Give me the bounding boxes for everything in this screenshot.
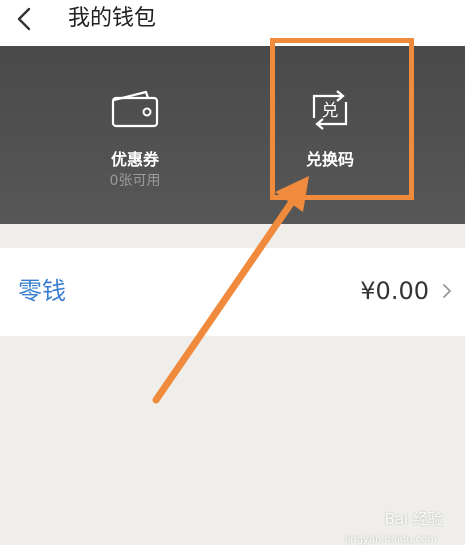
watermark: Bai 经验 xyxy=(384,510,443,528)
wallet-icon xyxy=(111,90,159,128)
chevron-left-icon[interactable] xyxy=(12,6,38,32)
page-title: 我的钱包 xyxy=(68,6,157,31)
highlight-box xyxy=(270,38,414,200)
coupon-label: 优惠券 xyxy=(110,150,159,169)
chevron-right-icon xyxy=(443,284,451,298)
section-divider xyxy=(0,224,465,248)
change-amount: ¥0.00 xyxy=(360,277,429,305)
coupon-count: 0张可用 xyxy=(109,173,161,189)
change-balance-row[interactable]: 零钱 ¥0.00 xyxy=(0,248,465,336)
coupon-tile[interactable]: 优惠券 0张可用 xyxy=(60,46,210,224)
watermark-sub: jingyan.baidu.com xyxy=(344,534,437,545)
change-label: 零钱 xyxy=(18,277,66,305)
